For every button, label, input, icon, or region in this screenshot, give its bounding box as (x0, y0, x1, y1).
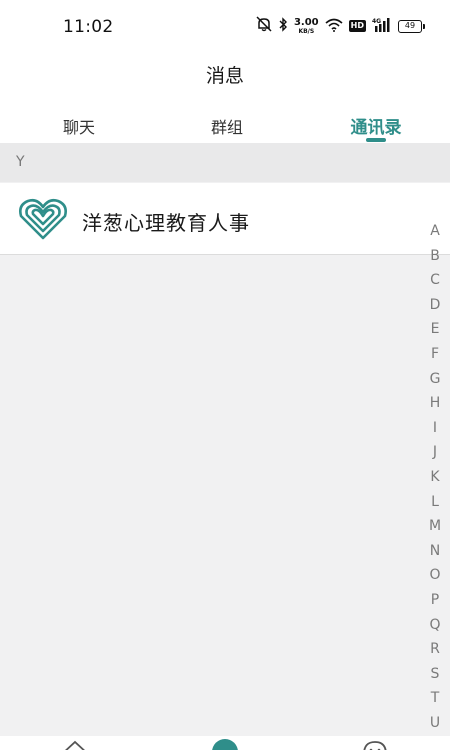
status-time: 11:02 (63, 17, 114, 37)
profile-icon[interactable] (362, 739, 388, 750)
tab-groups[interactable]: 群组 (211, 114, 243, 138)
alphabet-letter[interactable]: O (420, 563, 450, 588)
alphabet-letter[interactable]: G (420, 367, 450, 392)
home-icon[interactable] (60, 739, 90, 750)
alphabet-letter[interactable]: D (420, 293, 450, 318)
hd-badge: HD (348, 20, 366, 32)
contact-name: 洋葱心理教育人事 (82, 211, 250, 235)
battery-indicator: 49 (398, 19, 425, 33)
heart-logo-icon (18, 197, 68, 241)
alphabet-letter[interactable]: M (420, 514, 450, 539)
mute-bell-icon (255, 16, 273, 36)
section-letter: Y (16, 154, 25, 170)
alphabet-letter[interactable]: S (420, 662, 450, 687)
tab-chat[interactable]: 聊天 (63, 114, 95, 138)
network-speed: 3.00 KB/S (293, 16, 319, 35)
alphabet-index[interactable]: ABCDEFGHIJKLMNOPQRSTU (420, 219, 450, 735)
alphabet-letter[interactable]: C (420, 268, 450, 293)
alphabet-letter[interactable]: K (420, 465, 450, 490)
alphabet-letter[interactable]: L (420, 490, 450, 515)
bluetooth-icon (279, 16, 288, 36)
alphabet-letter[interactable]: B (420, 244, 450, 269)
alphabet-letter[interactable]: P (420, 588, 450, 613)
section-header: Y (0, 143, 450, 182)
alphabet-letter[interactable]: F (420, 342, 450, 367)
alphabet-letter[interactable]: E (420, 317, 450, 342)
tab-bar: 聊天 群组 通讯录 (0, 100, 450, 143)
tab-contacts[interactable]: 通讯录 (351, 113, 402, 138)
wifi-icon (325, 17, 343, 36)
signal-icon: 4G (372, 17, 392, 36)
alphabet-letter[interactable]: T (420, 686, 450, 711)
alphabet-letter[interactable]: A (420, 219, 450, 244)
alphabet-letter[interactable]: H (420, 391, 450, 416)
alphabet-letter[interactable]: U (420, 711, 450, 736)
page-title: 消息 (205, 65, 244, 87)
status-bar: 11:02 3.00 KB/S HD 4G 49 (0, 0, 450, 52)
header: 消息 (0, 52, 450, 100)
contact-item[interactable]: 洋葱心理教育人事 (0, 183, 450, 255)
alphabet-letter[interactable]: I (420, 416, 450, 441)
bottom-nav (0, 736, 450, 750)
alphabet-letter[interactable]: J (420, 440, 450, 465)
svg-text:4G: 4G (372, 18, 381, 25)
status-icons: 3.00 KB/S HD 4G 49 (255, 15, 425, 37)
alphabet-letter[interactable]: Q (420, 613, 450, 638)
active-tab-indicator (366, 138, 386, 142)
center-action-icon[interactable] (212, 739, 238, 750)
alphabet-letter[interactable]: R (420, 637, 450, 662)
alphabet-letter[interactable]: N (420, 539, 450, 564)
